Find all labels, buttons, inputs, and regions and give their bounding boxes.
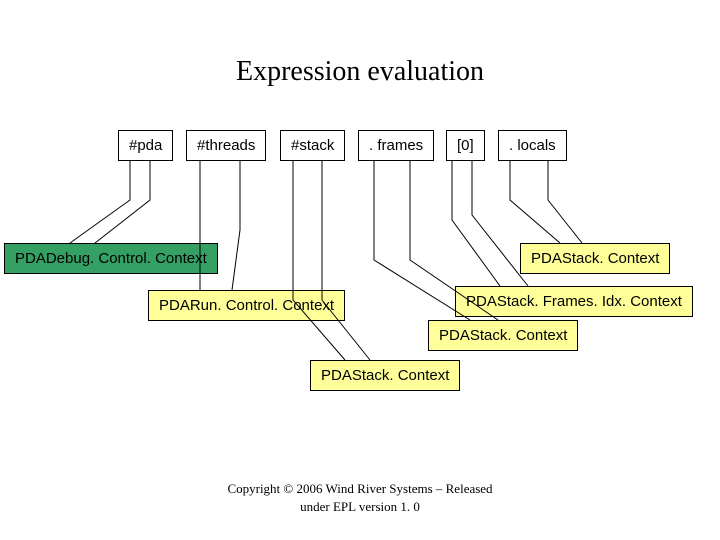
context-stack-mid: PDAStack. Context bbox=[428, 320, 578, 351]
token-threads: #threads bbox=[186, 130, 266, 161]
page-title: Expression evaluation bbox=[0, 56, 720, 88]
copyright: Copyright © 2006 Wind River Systems – Re… bbox=[0, 480, 720, 515]
context-debug: PDADebug. Control. Context bbox=[4, 243, 218, 274]
copyright-line-1: Copyright © 2006 Wind River Systems – Re… bbox=[0, 480, 720, 498]
token-stack: #stack bbox=[280, 130, 345, 161]
context-stack-bottom: PDAStack. Context bbox=[310, 360, 460, 391]
context-frames-idx: PDAStack. Frames. Idx. Context bbox=[455, 286, 693, 317]
copyright-line-2: under EPL version 1. 0 bbox=[0, 498, 720, 516]
diagram-stage: Expression evaluation #pda #threads #sta… bbox=[0, 0, 720, 540]
context-stack-top: PDAStack. Context bbox=[520, 243, 670, 274]
token-frames: . frames bbox=[358, 130, 434, 161]
token-pda: #pda bbox=[118, 130, 173, 161]
token-idx: [0] bbox=[446, 130, 485, 161]
context-run: PDARun. Control. Context bbox=[148, 290, 345, 321]
token-locals: . locals bbox=[498, 130, 567, 161]
